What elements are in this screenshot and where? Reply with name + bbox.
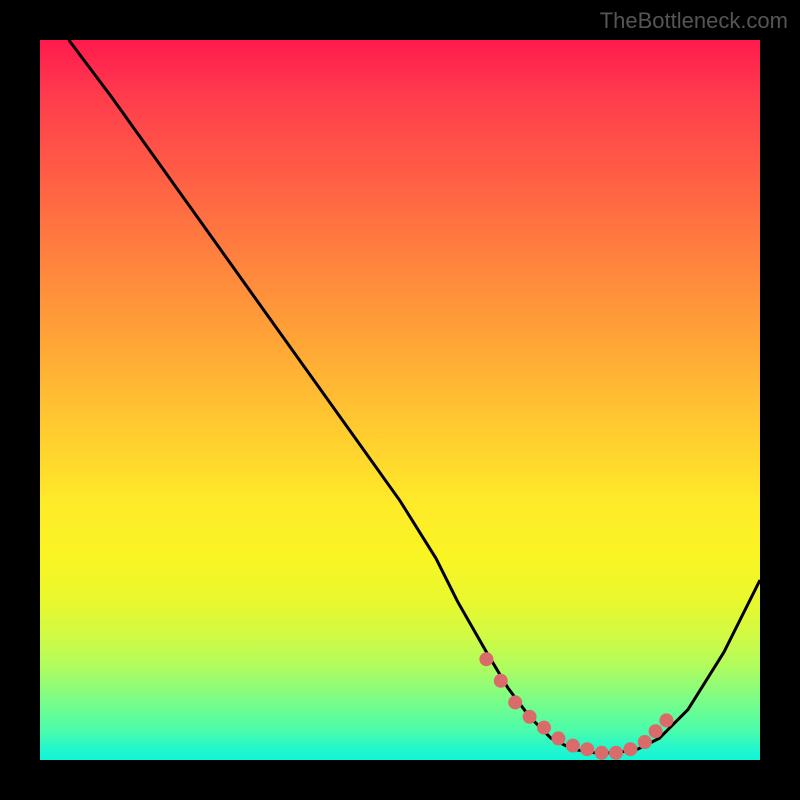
- highlight-dots: [479, 652, 673, 760]
- highlight-dot: [638, 735, 652, 749]
- chart-svg: [40, 40, 760, 760]
- highlight-dot: [479, 652, 493, 666]
- highlight-dot: [580, 742, 594, 756]
- chart-gradient-background: [40, 40, 760, 760]
- highlight-dot: [551, 731, 565, 745]
- highlight-dot: [623, 742, 637, 756]
- bottleneck-curve: [69, 40, 760, 753]
- highlight-dot: [494, 674, 508, 688]
- highlight-dot: [508, 695, 522, 709]
- highlight-dot: [609, 746, 623, 760]
- highlight-dot: [566, 739, 580, 753]
- highlight-dot: [523, 710, 537, 724]
- highlight-dot: [649, 724, 663, 738]
- highlight-dot: [537, 721, 551, 735]
- highlight-dot: [659, 713, 673, 727]
- highlight-dot: [595, 746, 609, 760]
- watermark-text: TheBottleneck.com: [600, 8, 788, 34]
- curve-path: [69, 40, 760, 753]
